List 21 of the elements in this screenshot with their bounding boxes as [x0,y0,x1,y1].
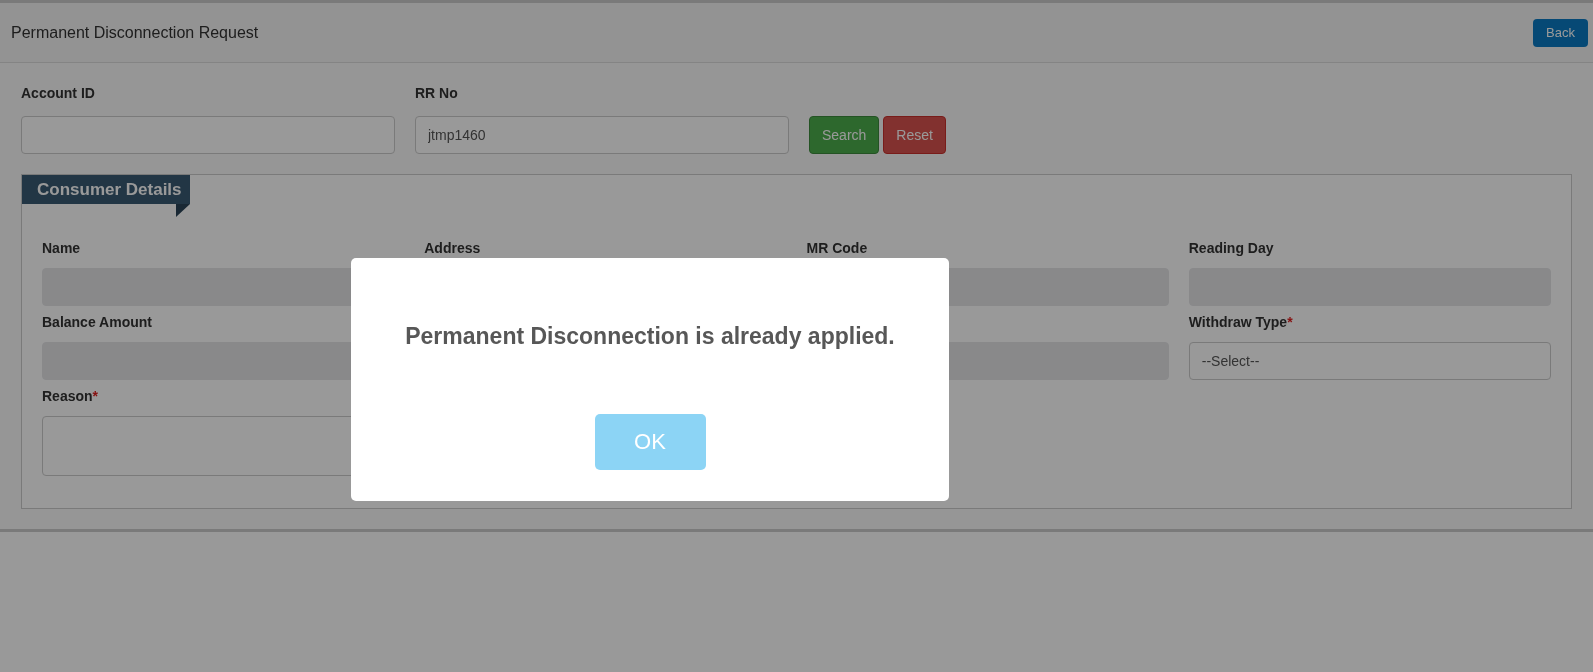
page-title: Permanent Disconnection Request [11,22,259,43]
field-label: Balance Amount [42,312,152,332]
field-label: Address [424,238,481,258]
search-button[interactable]: Search [809,116,880,154]
field-label: Account ID [21,84,96,103]
required-mark: * [92,386,99,406]
input-field[interactable]: jtmp1460 [415,116,789,154]
field-label: Reading Day [1188,238,1274,258]
select-field[interactable]: --Select-- [1188,342,1551,380]
required-mark: * [1287,312,1293,332]
field-label: RR No [415,84,459,103]
reset-button[interactable]: Reset [883,116,946,154]
field-label: MR Code [806,238,868,258]
input-field[interactable] [21,116,395,154]
field-label: Reason [42,386,93,406]
field-label: Withdraw Type [1188,312,1288,332]
dialog-message: Permanent Disconnection is already applied. [405,322,895,351]
field-label: Name [42,238,81,258]
back-button[interactable]: Back [1533,18,1588,47]
section-legend: Consumer Details [22,175,190,204]
ribbon-fold-icon [176,204,190,217]
